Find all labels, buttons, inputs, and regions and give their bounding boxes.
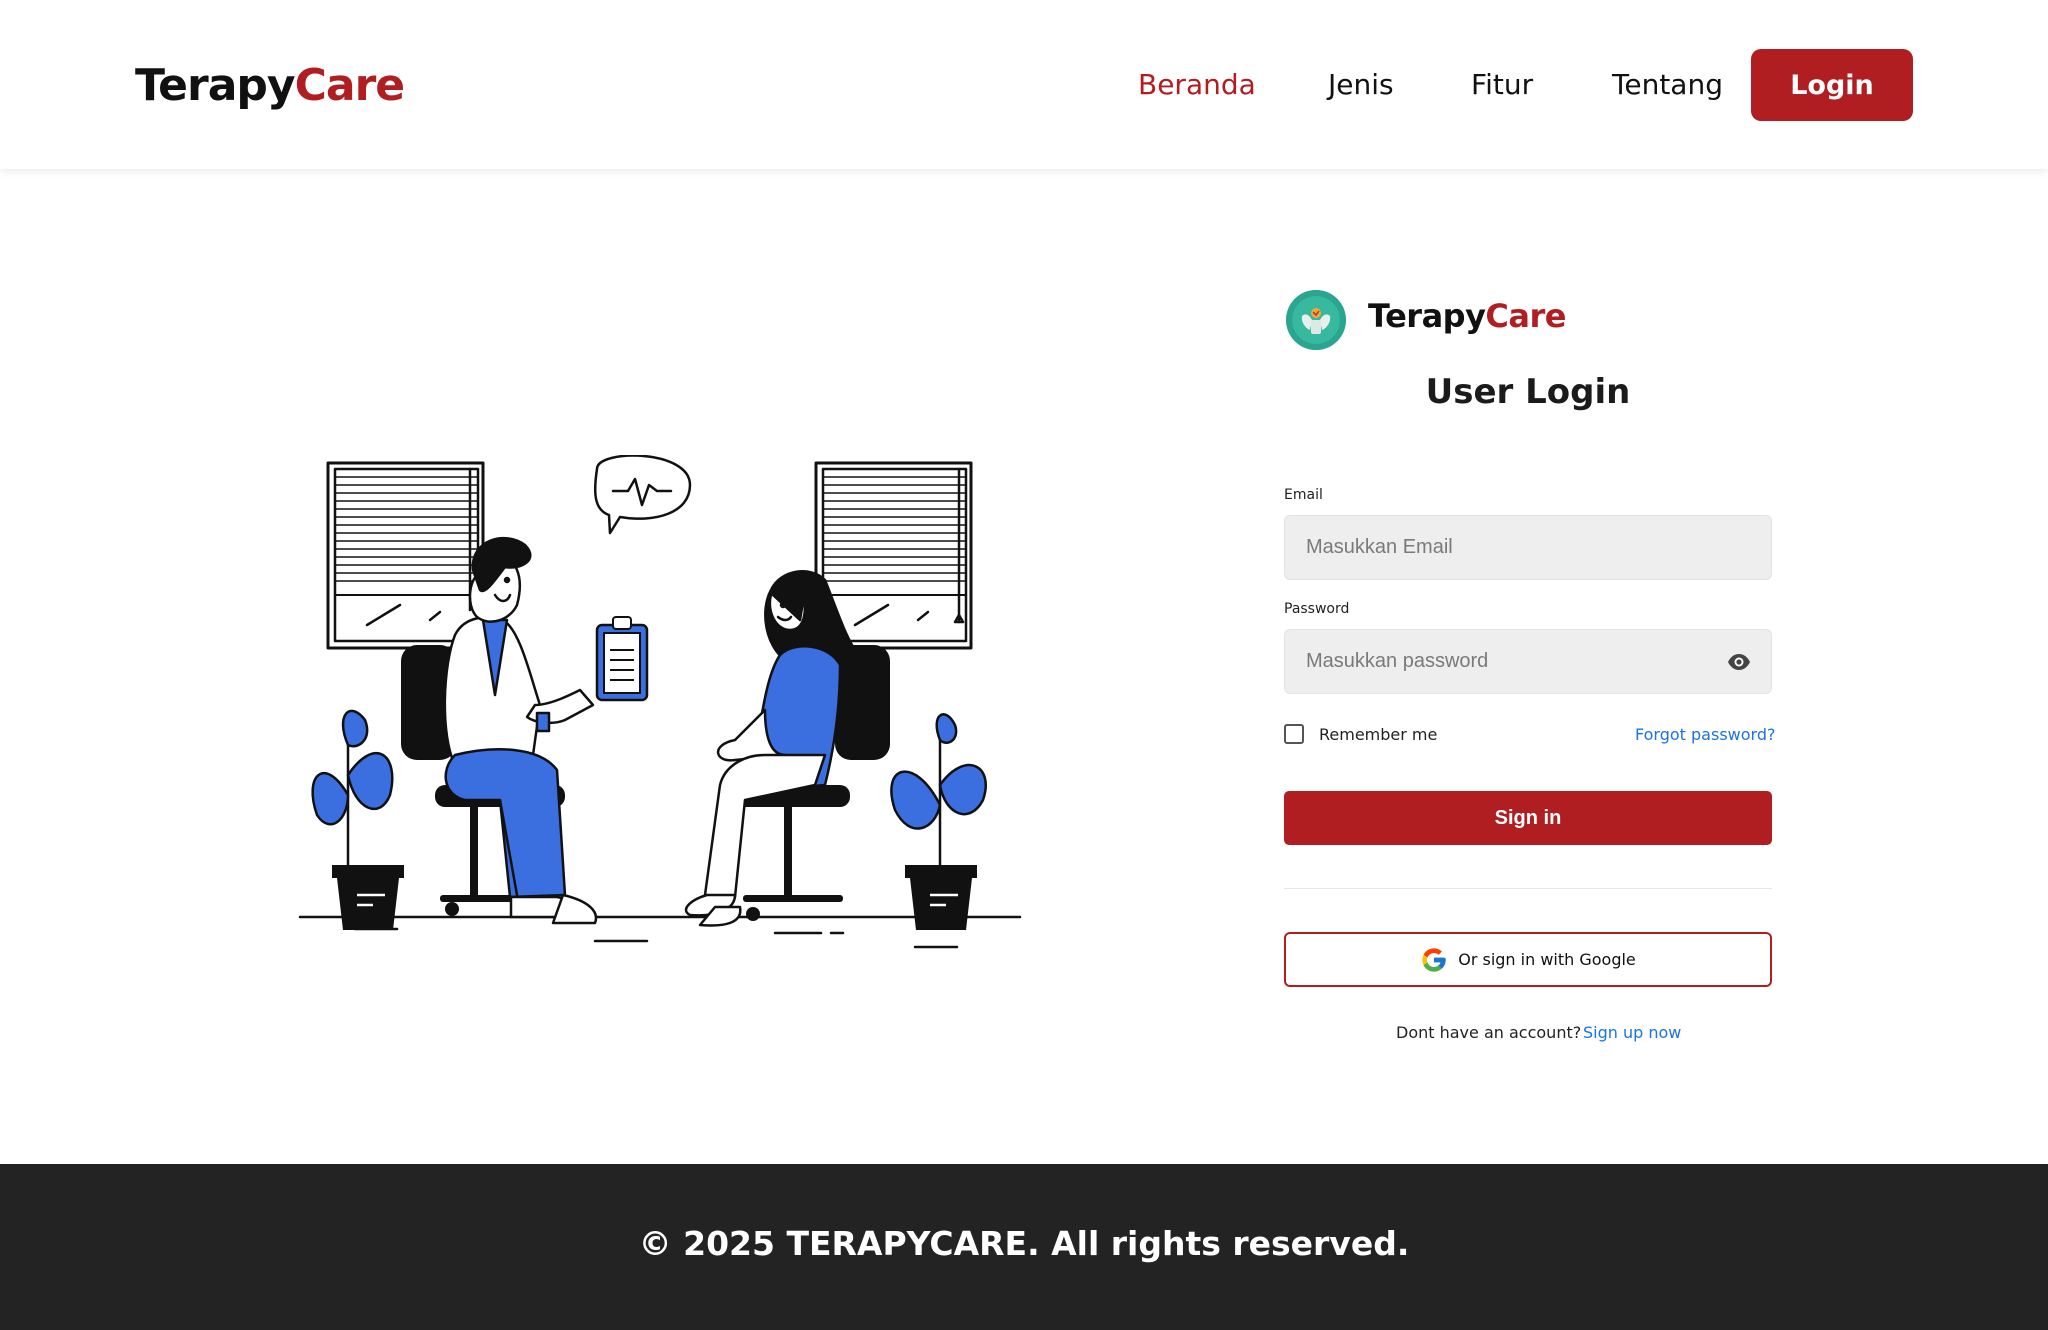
form-brand-logo: TerapyCare bbox=[1368, 297, 1566, 335]
forgot-password-link[interactable]: Forgot password? bbox=[1635, 725, 1775, 744]
terapycare-logo-icon bbox=[1286, 290, 1346, 350]
brand-logo[interactable]: TerapyCare bbox=[135, 60, 406, 111]
nav-link-jenis[interactable]: Jenis bbox=[1328, 68, 1394, 101]
google-sign-in-label: Or sign in with Google bbox=[1458, 950, 1636, 969]
form-brand-part2: Care bbox=[1485, 297, 1566, 335]
email-label: Email bbox=[1284, 487, 1323, 503]
therapy-session-illustration bbox=[298, 455, 1022, 949]
left-window-illustration bbox=[326, 461, 485, 650]
signup-prompt-text: Dont have an account? bbox=[1396, 1023, 1582, 1042]
nav-link-fitur[interactable]: Fitur bbox=[1471, 68, 1533, 101]
page-title: User Login bbox=[1425, 372, 1631, 412]
password-field[interactable] bbox=[1284, 629, 1772, 694]
eye-icon[interactable] bbox=[1727, 650, 1751, 674]
password-label: Password bbox=[1284, 601, 1350, 617]
clipboard-illustration bbox=[595, 616, 649, 702]
divider bbox=[1284, 888, 1772, 889]
nav-login-button[interactable]: Login bbox=[1751, 49, 1913, 121]
navbar: TerapyCare Beranda Jenis Fitur Tentang L… bbox=[0, 0, 2048, 169]
google-sign-in-button[interactable]: Or sign in with Google bbox=[1284, 932, 1772, 987]
nav-link-tentang[interactable]: Tentang bbox=[1612, 68, 1723, 101]
remember-me-checkbox[interactable] bbox=[1284, 724, 1304, 744]
brand-logo-part1: Terapy bbox=[135, 60, 296, 111]
sign-in-button[interactable]: Sign in bbox=[1284, 791, 1772, 845]
left-plant-illustration bbox=[311, 709, 404, 930]
footer-copyright: © 2025 TERAPYCARE. All rights reserved. bbox=[638, 1224, 1410, 1263]
brand-logo-part2: Care bbox=[294, 60, 406, 111]
sign-up-link[interactable]: Sign up now bbox=[1583, 1023, 1681, 1042]
nav-link-beranda[interactable]: Beranda bbox=[1138, 68, 1256, 101]
right-plant-illustration bbox=[890, 713, 987, 930]
google-icon bbox=[1422, 947, 1446, 972]
patient-illustration bbox=[684, 570, 857, 927]
email-field[interactable] bbox=[1284, 515, 1772, 580]
speech-bubble-illustration bbox=[593, 455, 692, 535]
remember-me-label: Remember me bbox=[1319, 725, 1438, 744]
form-brand-part1: Terapy bbox=[1368, 297, 1486, 335]
